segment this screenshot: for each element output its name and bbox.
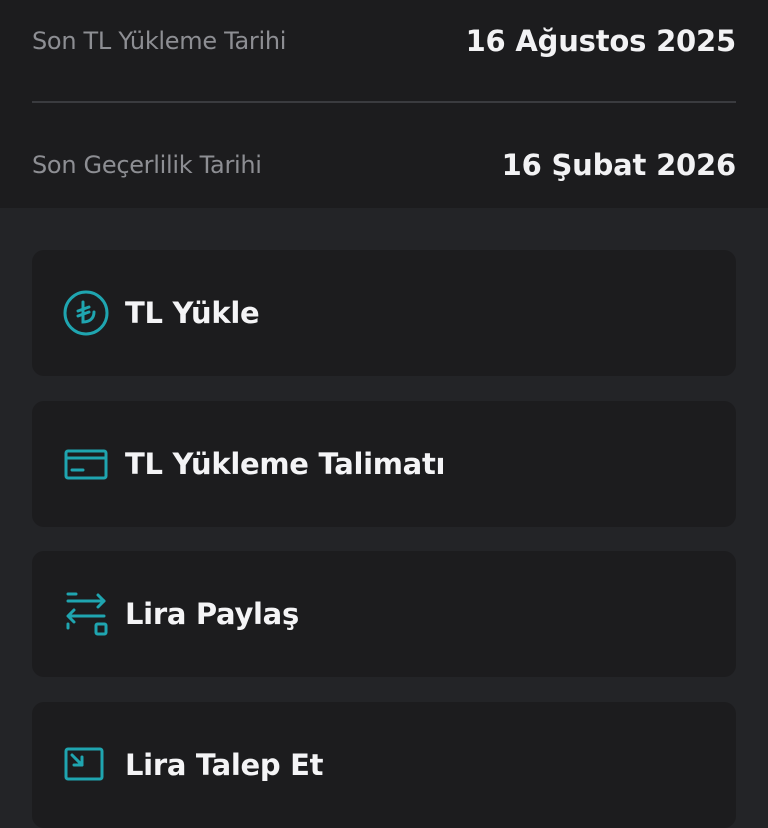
share-lira-button[interactable]: Lira Paylaş <box>32 551 736 677</box>
tl-load-button[interactable]: TL Yükle <box>32 250 736 376</box>
expiry-date-row: Son Geçerlilik Tarihi 16 Şubat 2026 <box>32 140 736 190</box>
tl-load-label: TL Yükle <box>125 296 260 330</box>
last-load-date-row: Son TL Yükleme Tarihi 16 Ağustos 2025 <box>32 16 736 66</box>
info-divider <box>32 101 736 103</box>
expiry-date-label: Son Geçerlilik Tarihi <box>32 151 262 179</box>
request-lira-button[interactable]: Lira Talep Et <box>32 702 736 828</box>
credit-card-icon <box>62 440 110 488</box>
transfer-share-icon <box>62 590 110 638</box>
request-icon <box>62 741 110 789</box>
tl-load-instruction-button[interactable]: TL Yükleme Talimatı <box>32 401 736 527</box>
request-lira-label: Lira Talep Et <box>125 748 324 782</box>
tl-load-instruction-label: TL Yükleme Talimatı <box>125 447 446 481</box>
last-load-date-label: Son TL Yükleme Tarihi <box>32 27 287 55</box>
card-info-panel: Son TL Yükleme Tarihi 16 Ağustos 2025 So… <box>0 0 768 208</box>
turkish-lira-circle-icon <box>62 289 110 337</box>
share-lira-label: Lira Paylaş <box>125 597 299 631</box>
expiry-date-value: 16 Şubat 2026 <box>501 148 737 182</box>
last-load-date-value: 16 Ağustos 2025 <box>465 24 737 58</box>
